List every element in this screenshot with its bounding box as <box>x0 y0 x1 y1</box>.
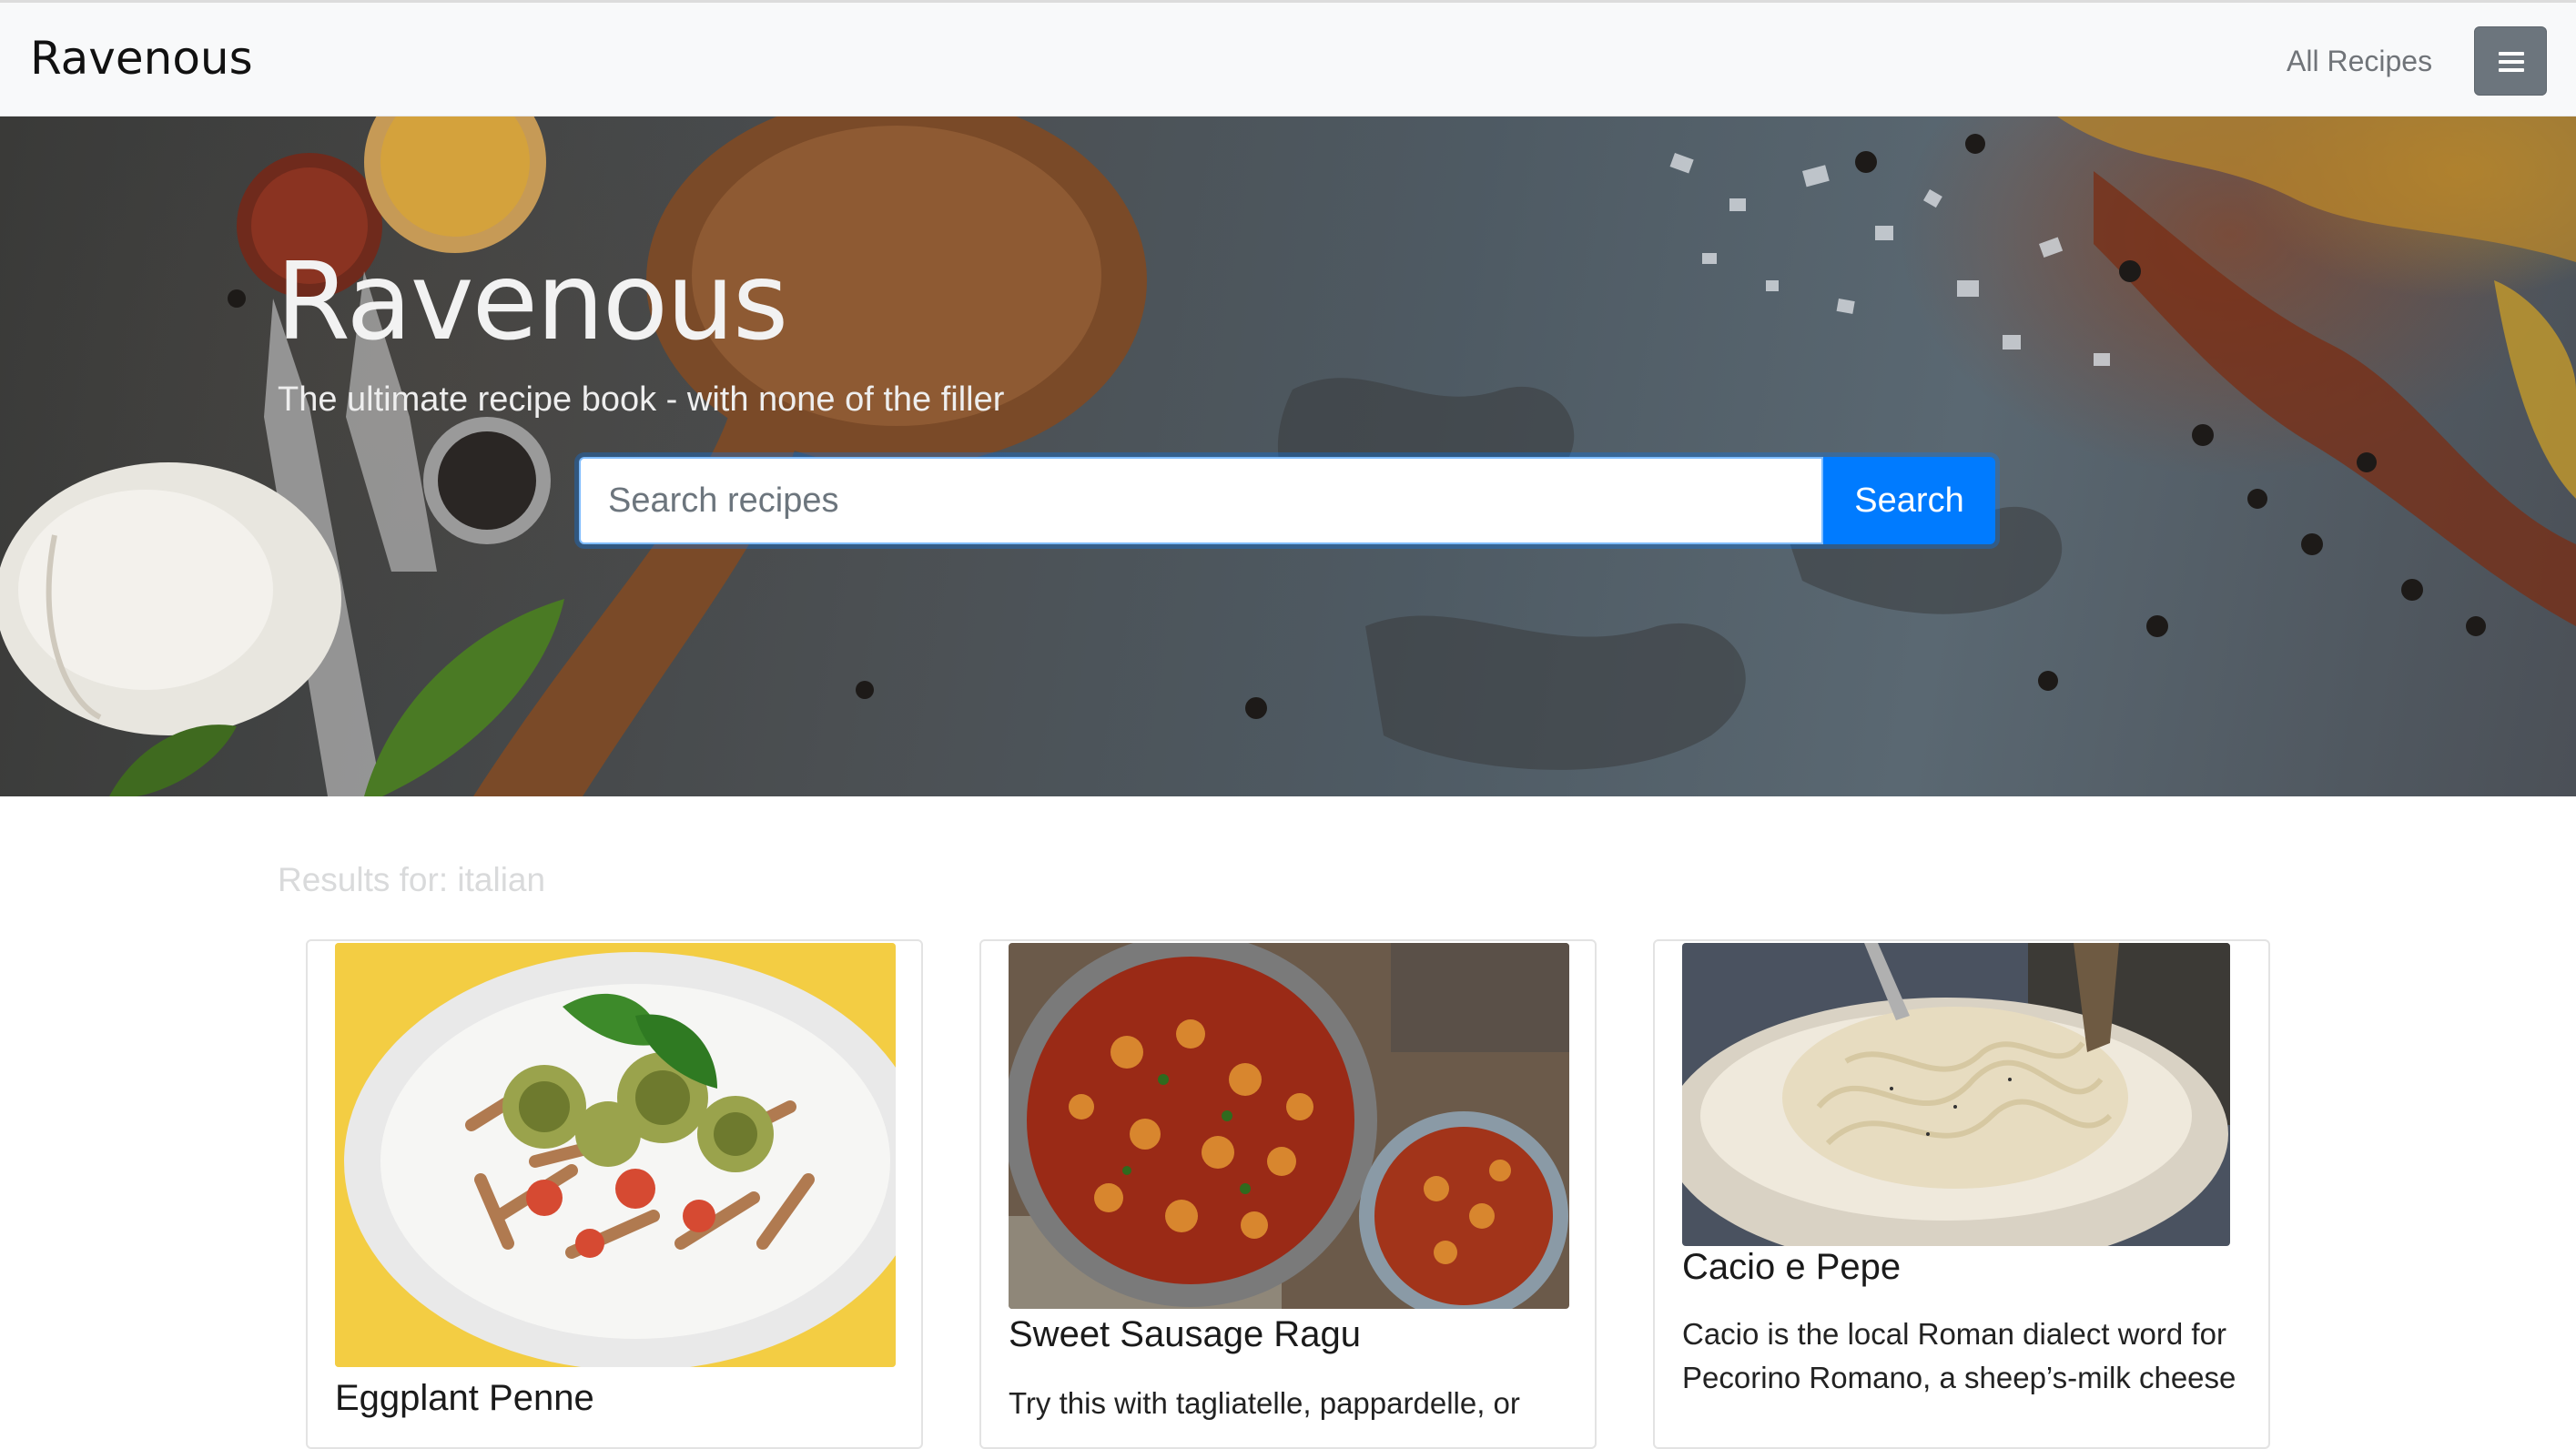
recipe-title[interactable]: Sweet Sausage Ragu <box>1009 1314 1361 1355</box>
search-button[interactable]: Search <box>1823 457 1995 544</box>
recipe-image[interactable] <box>335 943 896 1367</box>
recipe-title[interactable]: Eggplant Penne <box>335 1378 594 1419</box>
recipe-description: Cacio is the local Roman dialect word fo… <box>1682 1317 2236 1394</box>
recipe-description: Try this with tagliatelle, pappardelle, … <box>1009 1386 1520 1420</box>
navbar-brand[interactable]: Ravenous <box>30 32 253 85</box>
navbar: Ravenous All Recipes <box>0 0 2576 117</box>
hero-title: Ravenous <box>276 238 788 364</box>
recipe-card-sweet-sausage-ragu[interactable]: Sweet Sausage Ragu Try this with tagliat… <box>979 939 1597 1449</box>
recipe-title[interactable]: Cacio e Pepe <box>1682 1247 1901 1288</box>
search-input[interactable] <box>579 457 1823 544</box>
recipe-card-eggplant-penne[interactable]: Eggplant Penne <box>306 939 923 1449</box>
recipe-card-cacio-e-pepe[interactable]: Cacio e Pepe Cacio is the local Roman di… <box>1653 939 2270 1449</box>
search-form: Search <box>579 457 1995 544</box>
menu-toggle-button[interactable] <box>2474 26 2547 96</box>
recipe-image[interactable] <box>1682 943 2230 1246</box>
hero-subtitle: The ultimate recipe book - with none of … <box>278 380 1005 419</box>
recipe-image[interactable] <box>1009 943 1569 1309</box>
all-recipes-link[interactable]: All Recipes <box>2287 45 2432 78</box>
hero-banner: Ravenous The ultimate recipe book - with… <box>0 117 2576 796</box>
results-heading: Results for: italian <box>278 861 546 898</box>
